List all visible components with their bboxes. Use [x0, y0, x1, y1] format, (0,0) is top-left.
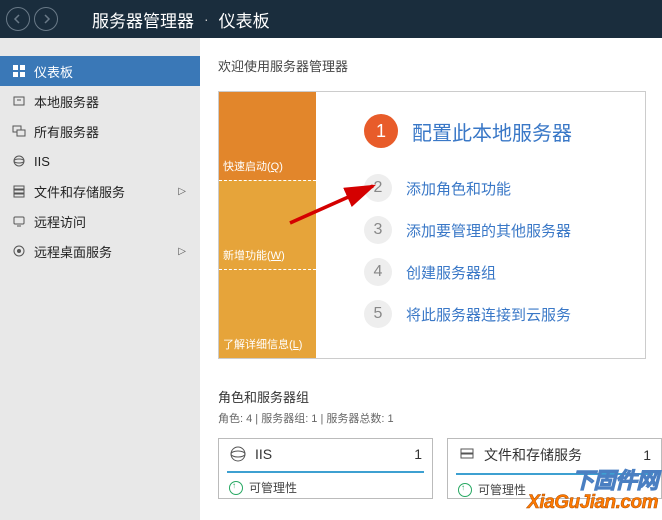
sidebar-item-label: 远程桌面服务 — [34, 242, 188, 261]
tile-quickstart[interactable]: 快速启动(Q) — [219, 92, 316, 180]
iis-icon — [229, 445, 247, 463]
content-area: 欢迎使用服务器管理器 快速启动(Q) 新增功能(W) 了解详细信息(L) 1 配… — [200, 38, 662, 520]
app-title: 服务器管理器 — [92, 7, 194, 32]
step-text: 将此服务器连接到云服务 — [406, 304, 571, 325]
watermark-line2: XiaGuJian.com — [527, 492, 658, 514]
role-name: IIS — [255, 446, 414, 462]
step-text: 添加要管理的其他服务器 — [406, 220, 571, 241]
page-title: 仪表板 — [219, 7, 270, 32]
step-add-roles[interactable]: 2 添加角色和功能 — [364, 174, 633, 202]
sidebar-item-dashboard[interactable]: 仪表板 — [0, 56, 200, 86]
step-text: 添加角色和功能 — [406, 178, 511, 199]
step-text: 创建服务器组 — [406, 262, 496, 283]
roles-title: 角色和服务器组 — [218, 387, 662, 406]
status-ok-icon — [229, 481, 243, 495]
iis-icon — [12, 154, 26, 168]
role-row-text: 可管理性 — [478, 481, 526, 498]
watermark-line1: 下固件网 — [527, 470, 658, 492]
quickstart-panel: 快速启动(Q) 新增功能(W) 了解详细信息(L) 1 配置此本地服务器 2 添… — [218, 91, 646, 359]
step-text: 配置此本地服务器 — [412, 117, 572, 146]
sidebar-item-storage[interactable]: 文件和存储服务 ▷ — [0, 176, 200, 206]
storage-icon — [12, 184, 26, 198]
sidebar: 仪表板 本地服务器 所有服务器 IIS 文件和存储服务 ▷ 远程访问 远程桌面服… — [0, 38, 200, 520]
server-icon — [12, 94, 26, 108]
storage-icon — [458, 446, 476, 464]
breadcrumb-sep: · — [204, 11, 209, 27]
step-add-servers[interactable]: 3 添加要管理的其他服务器 — [364, 216, 633, 244]
sidebar-item-label: 本地服务器 — [34, 92, 188, 111]
steps-list: 1 配置此本地服务器 2 添加角色和功能 3 添加要管理的其他服务器 4 创建服… — [316, 92, 645, 358]
step-number: 5 — [364, 300, 392, 328]
step-cloud[interactable]: 5 将此服务器连接到云服务 — [364, 300, 633, 328]
servers-icon — [12, 124, 26, 138]
watermark: 下固件网 XiaGuJian.com — [527, 470, 658, 514]
arrow-right-icon — [41, 14, 51, 24]
step-number: 1 — [364, 114, 398, 148]
tile-learnmore[interactable]: 了解详细信息(L) — [219, 269, 316, 358]
tile-whatsnew[interactable]: 新增功能(W) — [219, 180, 316, 269]
sidebar-item-iis[interactable]: IIS — [0, 146, 200, 176]
chevron-right-icon: ▷ — [178, 246, 186, 257]
sidebar-item-label: 远程访问 — [34, 212, 188, 231]
rds-icon — [12, 244, 26, 258]
step-create-group[interactable]: 4 创建服务器组 — [364, 258, 633, 286]
sidebar-item-local-server[interactable]: 本地服务器 — [0, 86, 200, 116]
role-name: 文件和存储服务 — [484, 445, 643, 465]
welcome-title: 欢迎使用服务器管理器 — [218, 56, 662, 75]
roles-subtitle: 角色: 4 | 服务器组: 1 | 服务器总数: 1 — [218, 410, 662, 426]
chevron-right-icon: ▷ — [178, 186, 186, 197]
back-button[interactable] — [6, 7, 30, 31]
status-ok-icon — [458, 483, 472, 497]
header-bar: 服务器管理器 · 仪表板 — [0, 0, 662, 38]
step-configure[interactable]: 1 配置此本地服务器 — [364, 114, 633, 148]
sidebar-item-label: IIS — [34, 154, 188, 169]
remote-icon — [12, 214, 26, 228]
sidebar-item-all-servers[interactable]: 所有服务器 — [0, 116, 200, 146]
role-count: 1 — [643, 447, 651, 463]
sidebar-item-rds[interactable]: 远程桌面服务 ▷ — [0, 236, 200, 266]
role-count: 1 — [414, 446, 422, 462]
dashboard-icon — [12, 64, 26, 78]
forward-button[interactable] — [34, 7, 58, 31]
breadcrumb: 服务器管理器 · 仪表板 — [92, 7, 270, 32]
step-number: 2 — [364, 174, 392, 202]
arrow-left-icon — [13, 14, 23, 24]
sidebar-item-label: 文件和存储服务 — [34, 182, 188, 201]
sidebar-item-label: 仪表板 — [34, 62, 188, 81]
role-tile-iis[interactable]: IIS 1 可管理性 — [218, 438, 433, 499]
tile-column: 快速启动(Q) 新增功能(W) 了解详细信息(L) — [219, 92, 316, 358]
sidebar-item-label: 所有服务器 — [34, 122, 188, 141]
step-number: 4 — [364, 258, 392, 286]
role-row-text: 可管理性 — [249, 479, 297, 496]
sidebar-item-remote-access[interactable]: 远程访问 — [0, 206, 200, 236]
step-number: 3 — [364, 216, 392, 244]
